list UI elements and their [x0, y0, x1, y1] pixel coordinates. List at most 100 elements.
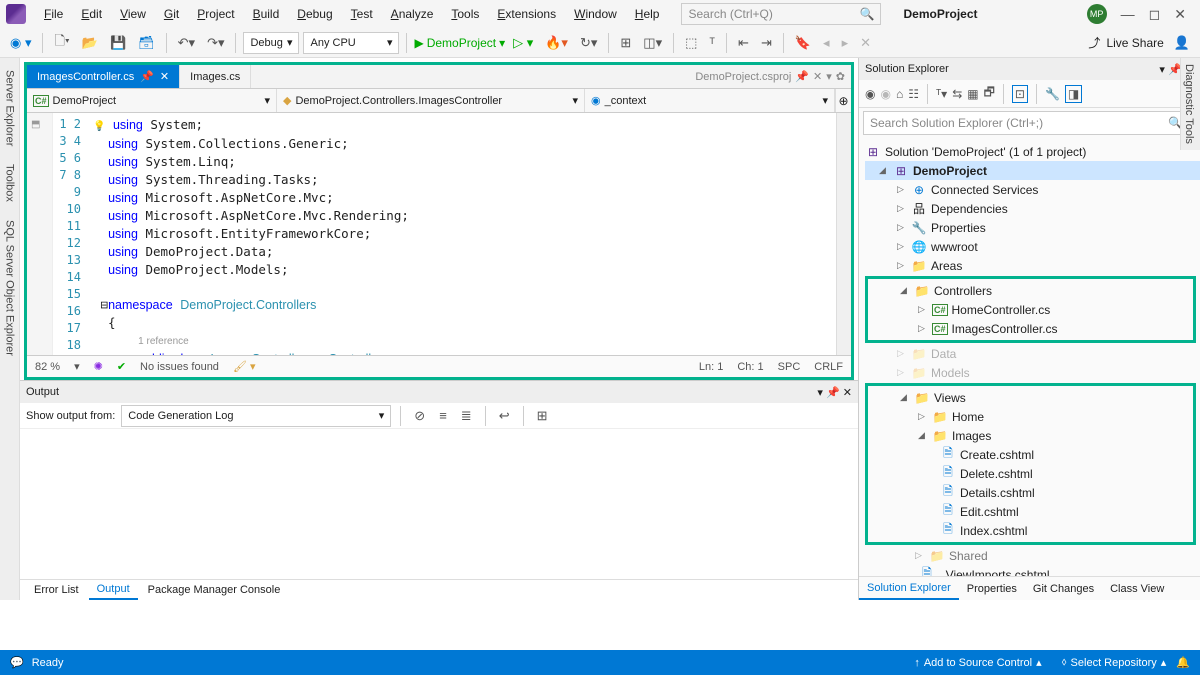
nav-back-button[interactable]: ◉ ▾	[6, 33, 35, 53]
eol-indicator[interactable]: CRLF	[814, 361, 843, 373]
line-indicator[interactable]: Ln: 1	[699, 361, 723, 373]
sol-collapse-icon[interactable]: ⇆	[952, 87, 962, 101]
tab-output[interactable]: Output	[89, 580, 138, 600]
indent-button[interactable]: ⇥	[757, 33, 776, 53]
output-toggle-2[interactable]: ≣	[457, 406, 476, 426]
save-all-button[interactable]: 🗃	[134, 33, 159, 53]
output-source-dropdown[interactable]: Code Generation Log▾	[121, 405, 391, 427]
delete-cshtml-file[interactable]: 🗎Delete.cshtml	[868, 464, 1193, 483]
sol-refresh-icon[interactable]: 🗗	[984, 83, 995, 104]
menu-tools[interactable]: Tools	[443, 3, 487, 25]
code-content[interactable]: 💡 using System; using System.Collections…	[87, 113, 836, 355]
split-editor-button[interactable]: ⊕	[835, 89, 851, 112]
server-explorer-tab[interactable]: Server Explorer	[2, 64, 18, 152]
tb-icon-3[interactable]: ᵀ	[705, 33, 719, 52]
sbtab-class-view[interactable]: Class View	[1102, 579, 1172, 599]
live-share-icon[interactable]: ⤴	[1088, 34, 1100, 51]
project-node[interactable]: ◢⊞DemoProject	[865, 161, 1200, 180]
zoom-level[interactable]: 82 %	[35, 361, 60, 373]
views-home-node[interactable]: ▷📁Home	[868, 407, 1193, 426]
editor-scrollbar[interactable]	[836, 113, 851, 355]
tb-icon-2[interactable]: ⬚	[681, 33, 701, 53]
menu-window[interactable]: Window	[566, 3, 625, 25]
open-button[interactable]: 📂	[78, 33, 102, 53]
maximize-icon[interactable]: ◻	[1149, 6, 1161, 23]
bookmark-next[interactable]: ▸	[838, 33, 853, 53]
tb-icon-1[interactable]: ◫▾	[639, 33, 666, 53]
start-without-debug-button[interactable]: ▷ ▾	[509, 33, 537, 53]
create-cshtml-file[interactable]: 🗎Create.cshtml	[868, 445, 1193, 464]
undo-button[interactable]: ↶▾	[174, 33, 199, 53]
global-search-input[interactable]: Search (Ctrl+Q) 🔍	[681, 3, 881, 25]
tab-images[interactable]: Images.cs	[180, 65, 251, 88]
admin-icon[interactable]: 👤	[1170, 33, 1194, 53]
menu-test[interactable]: Test	[343, 3, 381, 25]
diagnostic-tools-tab[interactable]: Diagnostic Tools	[1181, 58, 1197, 150]
browse-button[interactable]: ⊞	[616, 33, 635, 53]
sbtab-git-changes[interactable]: Git Changes	[1025, 579, 1102, 599]
viewimports-file[interactable]: 🗎_ViewImports.cshtml	[865, 565, 1200, 576]
connected-services-node[interactable]: ▷⊕Connected Services	[865, 180, 1200, 199]
doc-gear-icon[interactable]: ✿	[836, 70, 845, 83]
dependencies-node[interactable]: ▷品Dependencies	[865, 199, 1200, 218]
menu-project[interactable]: Project	[189, 3, 242, 25]
shared-node[interactable]: ▷📁Shared	[865, 546, 1200, 565]
menu-analyze[interactable]: Analyze	[383, 3, 442, 25]
bookmark-prev[interactable]: ◂	[819, 33, 834, 53]
edit-cshtml-file[interactable]: 🗎Edit.cshtml	[868, 502, 1193, 521]
bookmark-button[interactable]: 🔖	[791, 33, 815, 53]
properties-node[interactable]: ▷🔧Properties	[865, 218, 1200, 237]
doc-menu-icon[interactable]: ▾	[826, 70, 832, 83]
wwwroot-node[interactable]: ▷🌐wwwroot	[865, 237, 1200, 256]
new-item-button[interactable]: 🗋▾	[50, 30, 73, 56]
add-to-source-control-button[interactable]: ↑ Add to Source Control ▴	[904, 656, 1051, 669]
details-cshtml-file[interactable]: 🗎Details.cshtml	[868, 483, 1193, 502]
menu-edit[interactable]: Edit	[73, 3, 110, 25]
start-debug-button[interactable]: ▶ DemoProject ▾	[414, 36, 505, 50]
sol-back-icon[interactable]: ◉	[865, 87, 875, 101]
output-close-icon[interactable]: ✕	[843, 387, 852, 399]
index-cshtml-file[interactable]: 🗎Index.cshtml	[868, 521, 1193, 540]
preview-close-icon[interactable]: ✕	[813, 70, 822, 83]
output-content[interactable]	[20, 429, 858, 579]
refresh-button[interactable]: ↻▾	[576, 33, 601, 53]
redo-button[interactable]: ↷▾	[203, 33, 228, 53]
output-wordwrap-button[interactable]: ↩	[495, 406, 514, 426]
sbtab-properties[interactable]: Properties	[959, 579, 1025, 599]
notifications-icon[interactable]: 🔔	[1176, 656, 1190, 669]
user-avatar[interactable]: MP	[1087, 4, 1107, 24]
sol-showall-icon[interactable]: ▦	[967, 87, 978, 101]
config-dropdown[interactable]: Debug▾	[243, 32, 299, 54]
models-node[interactable]: ▷📁Models	[865, 363, 1200, 382]
char-indicator[interactable]: Ch: 1	[737, 361, 763, 373]
health-icon[interactable]: ✺	[94, 360, 103, 373]
menu-file[interactable]: File	[36, 3, 71, 25]
solution-tree[interactable]: ⊞Solution 'DemoProject' (1 of 1 project)…	[859, 138, 1200, 576]
data-node[interactable]: ▷📁Data	[865, 344, 1200, 363]
solution-root[interactable]: ⊞Solution 'DemoProject' (1 of 1 project)	[865, 142, 1200, 161]
select-repository-button[interactable]: ⬨ Select Repository ▴	[1052, 656, 1177, 669]
sol-wrench-icon[interactable]: 🔧	[1045, 87, 1060, 101]
output-pin-icon[interactable]: 📌	[826, 387, 840, 399]
nav-member-dropdown[interactable]: ◉ _context▾	[585, 89, 835, 112]
nav-project-dropdown[interactable]: C# DemoProject▾	[27, 89, 277, 112]
views-node[interactable]: ◢📁Views	[868, 388, 1193, 407]
toolbox-tab[interactable]: Toolbox	[2, 158, 18, 208]
views-images-node[interactable]: ◢📁Images	[868, 426, 1193, 445]
save-button[interactable]: 💾	[106, 33, 130, 53]
close-tab-icon[interactable]: ✕	[160, 70, 169, 83]
sol-fwd-icon[interactable]: ◉	[880, 87, 890, 101]
bookmark-clear[interactable]: ✕	[856, 33, 875, 53]
sol-sync-icon[interactable]: ☷	[908, 87, 919, 101]
brush-icon[interactable]: 🖌 ▾	[233, 360, 256, 373]
menu-build[interactable]: Build	[245, 3, 288, 25]
menu-view[interactable]: View	[112, 3, 154, 25]
hot-reload-button[interactable]: 🔥▾	[541, 33, 572, 53]
code-editor[interactable]: ⬒ 1 2 3 4 5 6 7 8 9 10 11 12 13 14 15 16…	[27, 113, 851, 355]
sol-filter-icon[interactable]: ᵀ▾	[936, 87, 947, 101]
indent-indicator[interactable]: SPC	[778, 361, 801, 373]
controllers-node[interactable]: ◢📁Controllers	[868, 281, 1193, 300]
output-clear-button[interactable]: ⊘	[410, 406, 429, 426]
outdent-button[interactable]: ⇤	[734, 33, 753, 53]
menu-git[interactable]: Git	[156, 3, 187, 25]
